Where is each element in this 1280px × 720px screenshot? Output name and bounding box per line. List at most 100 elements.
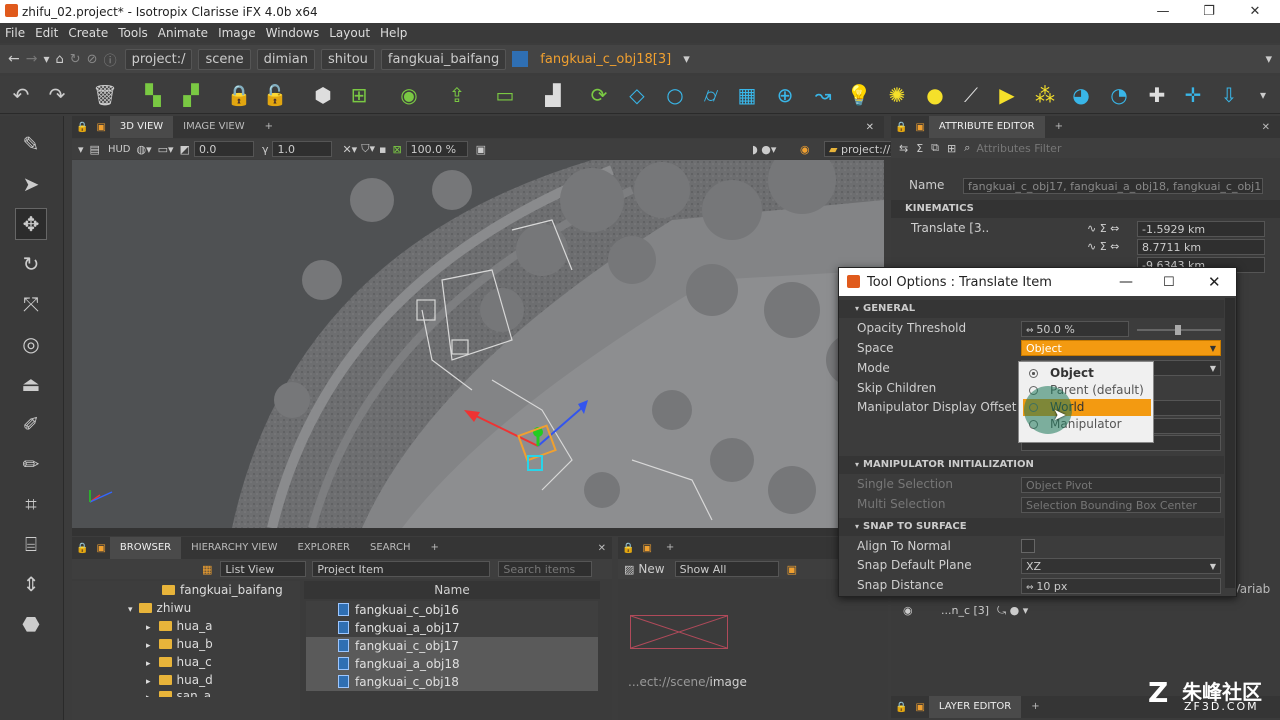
transform-tool-icon[interactable]: ◎ xyxy=(15,328,47,360)
group-icon[interactable]: ▚ xyxy=(140,82,166,108)
menu-layout[interactable]: Layout xyxy=(324,26,375,40)
eyedropper-icon[interactable]: ✎ xyxy=(15,128,47,160)
rotate-tool-icon[interactable]: ↻ xyxy=(15,248,47,280)
area-light-icon[interactable]: ▶ xyxy=(994,82,1020,108)
globe-icon[interactable]: ⊕ xyxy=(772,82,798,108)
home-icon[interactable]: ⌂ xyxy=(56,52,64,67)
exposure-icon[interactable]: ◩ xyxy=(180,143,190,156)
lamp-icon[interactable]: ⁂ xyxy=(1032,82,1058,108)
opacity-slider[interactable] xyxy=(1137,325,1221,335)
attr-filter-input[interactable]: Attributes Filter xyxy=(976,142,1061,155)
menu-windows[interactable]: Windows xyxy=(261,26,325,40)
dialog-scrollbar[interactable] xyxy=(1225,298,1235,588)
spot-light-icon[interactable]: ⟋ xyxy=(958,82,984,108)
undo-icon[interactable]: ↶ xyxy=(8,82,34,108)
vertical-tool-icon[interactable]: ⇕ xyxy=(15,568,47,600)
sphere-light-icon[interactable]: ● xyxy=(922,82,948,108)
browser-close-icon[interactable]: ✕ xyxy=(598,543,606,554)
stamp-tool-icon[interactable]: ⏏ xyxy=(15,368,47,400)
new-image-icon[interactable]: ▨ xyxy=(624,563,634,576)
tab-hierarchy-view[interactable]: HIERARCHY VIEW xyxy=(181,537,287,559)
viewport-splitter[interactable] xyxy=(72,528,884,536)
single-selection-select[interactable]: Object Pivot xyxy=(1021,477,1221,493)
sphere-icon[interactable]: ○ xyxy=(662,82,688,108)
snap-section[interactable]: ▾ SNAP TO SURFACE xyxy=(839,518,1224,536)
attr-grid-icon[interactable]: ⊞ xyxy=(947,142,956,155)
manip-init-section[interactable]: ▾ MANIPULATOR INITIALIZATION xyxy=(839,456,1224,474)
attr-lock-icon[interactable]: 🔒 xyxy=(891,122,911,133)
vp-menu-icon[interactable]: ▾ xyxy=(78,143,84,156)
breadcrumb-dimian[interactable]: dimian xyxy=(256,48,315,70)
delete-icon[interactable]: 🗑 xyxy=(92,82,118,108)
download-icon[interactable]: ⇩ xyxy=(1216,82,1242,108)
general-section[interactable]: ▾ GENERAL xyxy=(839,300,1224,318)
menu-create[interactable]: Create xyxy=(63,26,113,40)
opacity-drag-icon[interactable]: ⇔ xyxy=(1026,326,1036,336)
viewport-lock-icon[interactable]: 🔒 xyxy=(72,122,92,133)
layer-row-icons[interactable]: ⤿ ● ▾ xyxy=(997,604,1028,618)
sigma-icon[interactable]: Σ xyxy=(916,142,923,155)
exposure-field[interactable]: 0.0 xyxy=(193,141,254,157)
camera-tool-icon[interactable]: ⌸ xyxy=(15,528,47,560)
shading-icon[interactable]: ▭▾ xyxy=(158,143,174,156)
hud-toggle[interactable]: HUD xyxy=(108,144,131,155)
curve-icon[interactable]: ↝ xyxy=(810,82,836,108)
bulb-icon[interactable]: 💡 xyxy=(846,82,872,108)
bounding-icon[interactable]: ⊞ xyxy=(346,82,372,108)
multi-selection-select[interactable]: Selection Bounding Box Center xyxy=(1021,497,1221,513)
anim-icons-y[interactable]: ∿ Σ ⇔ xyxy=(1087,240,1119,253)
opacity-field[interactable]: ⇔ 50.0 % xyxy=(1021,321,1129,337)
ungroup-icon[interactable]: ▞ xyxy=(178,82,204,108)
tab-image-view[interactable]: IMAGE VIEW xyxy=(173,116,254,138)
attr-close-icon[interactable]: ✕ xyxy=(1262,122,1270,133)
layer-eye-icon[interactable]: ◉ xyxy=(903,604,913,617)
refresh-icon[interactable]: ↻ xyxy=(70,52,81,67)
shape-tool-icon[interactable]: ⬣ xyxy=(15,608,47,640)
name-column-header[interactable]: Name xyxy=(304,581,600,599)
breadcrumb-fangkuai-baifang[interactable]: fangkuai_baifang xyxy=(380,48,507,70)
name-field[interactable]: fangkuai_c_obj17, fangkuai_a_obj18, fang… xyxy=(963,178,1263,194)
breadcrumb-project[interactable]: project:/ xyxy=(124,48,193,70)
img-view-icon[interactable]: ▣ xyxy=(787,563,797,576)
list-item[interactable]: fangkuai_c_obj16 xyxy=(306,601,598,619)
zoom-field[interactable]: 100.0 % xyxy=(405,141,468,157)
list-item[interactable]: fangkuai_c_obj17 xyxy=(306,637,598,655)
browser-lock-icon[interactable]: 🔒 xyxy=(72,543,92,554)
add-viewport-tab[interactable]: + xyxy=(255,116,283,138)
lock-icon[interactable]: 🔒 xyxy=(226,82,252,108)
translate-x-field[interactable]: -1.5929 km xyxy=(1137,221,1265,237)
translate-tool-icon[interactable]: ✥ xyxy=(15,208,47,240)
frame-tool-icon[interactable]: ⌗ xyxy=(15,488,47,520)
viewport-3d[interactable] xyxy=(72,160,884,528)
tree-item[interactable]: ▸ hua_a xyxy=(146,617,212,635)
show-all-select[interactable]: Show All xyxy=(674,561,779,577)
translate-y-field[interactable]: 8.7711 km xyxy=(1137,239,1265,255)
point-icon[interactable]: ✛ xyxy=(1180,82,1206,108)
env-icon[interactable]: ◕ xyxy=(1068,82,1094,108)
tab-search[interactable]: SEARCH xyxy=(360,537,420,559)
tree-item[interactable]: ▸ hua_c xyxy=(146,653,212,671)
menu-help[interactable]: Help xyxy=(375,26,412,40)
kinematics-section[interactable]: KINEMATICS xyxy=(891,200,1280,218)
breadcrumb-shitou[interactable]: shitou xyxy=(321,48,375,70)
add-layer-tab[interactable]: + xyxy=(1021,696,1049,718)
select-arrow-icon[interactable]: ➤ xyxy=(15,168,47,200)
tab-3d-view[interactable]: 3D VIEW xyxy=(109,116,174,138)
tab-attribute-editor[interactable]: ATTRIBUTE EDITOR xyxy=(928,116,1045,138)
tab-explorer[interactable]: EXPLORER xyxy=(288,537,361,559)
message-icon[interactable]: ▭ xyxy=(492,82,518,108)
menu-file[interactable]: File xyxy=(0,26,30,40)
crumb-dropdown-icon[interactable]: ▾ xyxy=(683,52,690,67)
sun-icon[interactable]: ✺ xyxy=(884,82,910,108)
vp-extra-icon[interactable]: ◗ ●▾ xyxy=(752,143,776,156)
globe-add-icon[interactable]: ◉ xyxy=(396,82,422,108)
tree-item[interactable]: ▸san_a xyxy=(146,687,211,697)
path-menu-icon[interactable]: ▾ xyxy=(1265,52,1272,67)
img-panel-icon[interactable]: ▣ xyxy=(638,543,655,554)
maximize-button[interactable]: ❐ xyxy=(1186,0,1232,23)
menu-edit[interactable]: Edit xyxy=(30,26,63,40)
lock-path-icon[interactable]: ⊘ xyxy=(87,52,98,67)
render-icon[interactable]: ⊠ xyxy=(392,143,401,156)
forward-arrow-icon[interactable]: → xyxy=(26,51,38,67)
distance-drag-icon[interactable]: ⇔ xyxy=(1026,583,1036,593)
